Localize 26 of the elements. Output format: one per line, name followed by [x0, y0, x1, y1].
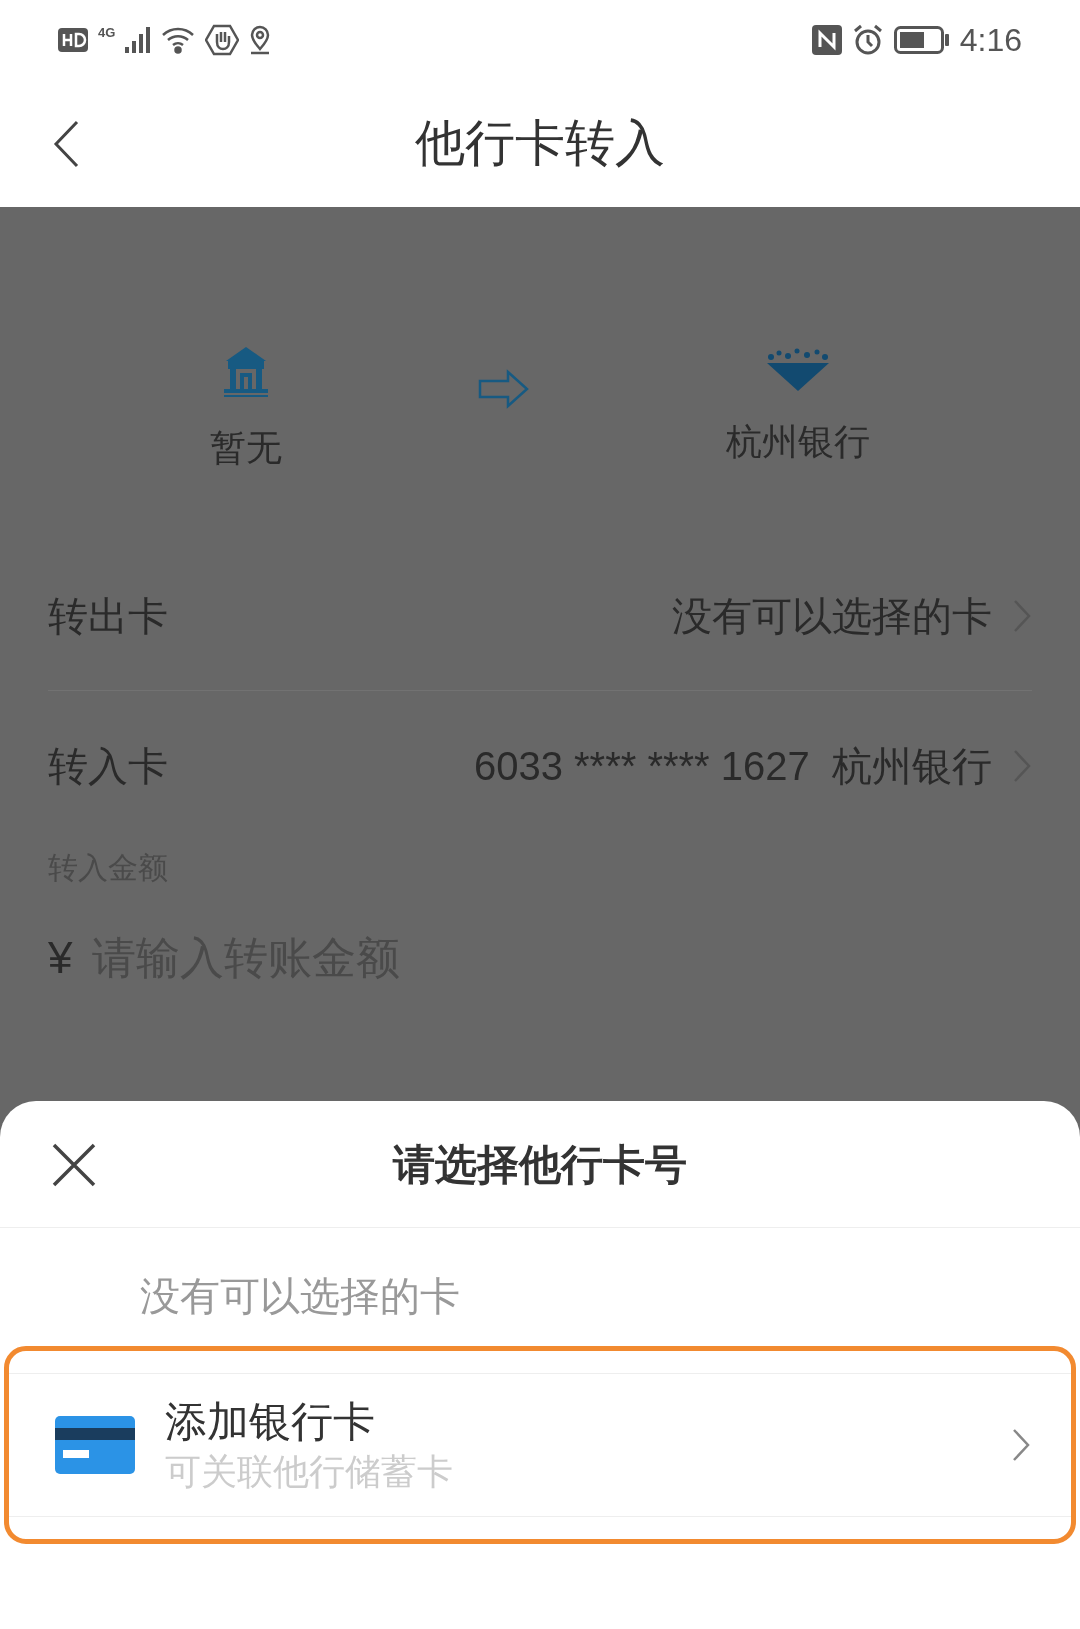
empty-card-message: 没有可以选择的卡 — [140, 1273, 460, 1320]
option-title: 添加银行卡 — [165, 1397, 376, 1448]
card-selector[interactable]: 6033 **** **** 1627 杭州银行 — [473, 736, 1032, 796]
close-button[interactable] — [50, 1141, 98, 1189]
network-label: 4G — [98, 24, 116, 43]
from-bank-name: 暂无 — [210, 426, 282, 470]
battery-icon — [893, 26, 950, 54]
sheet-title: 请选择他行卡号 — [393, 1139, 687, 1190]
row-label: 转出卡 — [48, 592, 168, 640]
row-label: 转入卡 — [48, 743, 168, 790]
to-bank-name: 杭州银行 — [726, 420, 870, 464]
bank-building-icon — [222, 347, 270, 397]
right-arrow-icon — [478, 369, 530, 409]
currency-symbol: ¥ — [48, 932, 73, 984]
card-selector[interactable]: 没有可以选择的卡 — [672, 585, 1032, 646]
wifi-icon — [161, 26, 196, 54]
page-title: 他行卡转入 — [415, 114, 665, 173]
status-time: 4:16 — [959, 21, 1022, 60]
chevron-right-icon — [1011, 1427, 1031, 1463]
location-pin-icon — [249, 25, 272, 55]
alarm-icon — [851, 24, 884, 56]
credit-card-icon — [55, 1416, 135, 1474]
nfc-icon — [811, 25, 842, 55]
hd-icon — [58, 28, 88, 52]
hand-icon — [205, 24, 240, 56]
signal-icon — [125, 27, 152, 53]
